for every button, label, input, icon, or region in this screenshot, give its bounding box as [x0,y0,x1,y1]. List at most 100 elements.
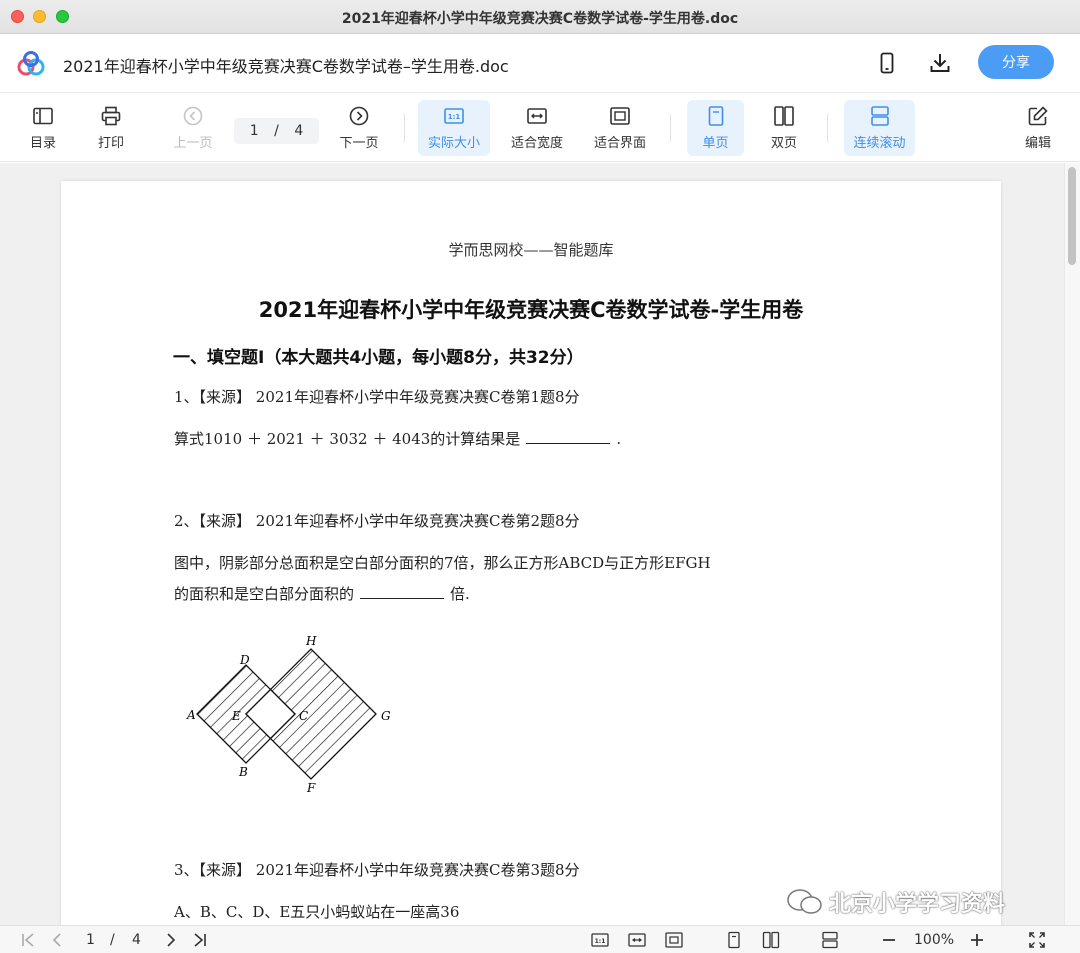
plus-icon [971,934,983,946]
fullscreen-button[interactable] [1028,931,1046,949]
edit-label: 编辑 [1024,136,1051,151]
continuous-scroll-icon [822,931,838,949]
fit-screen-label: 适合界面 [593,136,646,151]
printer-icon [101,106,121,126]
page-indicator[interactable]: 1 / 4 [234,118,319,144]
bottom-status-bar: 1 / 4 1:1 100% [0,925,1080,953]
watermark-text: 北京小学学习资料 [829,892,1006,917]
toolbar-divider [670,114,671,142]
answer-blank [526,430,611,444]
page-header-text: 学而思网校——智能题库 [448,241,614,259]
chevron-right-circle-icon [349,106,369,126]
chevron-right-icon [167,933,176,947]
single-page-icon [728,931,740,949]
prev-page-label: 上一页 [173,136,213,151]
continuous-scroll-button[interactable]: 连续滚动 [844,100,915,156]
watermark: 北京小学学习资料 [785,886,1005,918]
double-page-label: 双页 [770,136,797,151]
app-logo-icon [17,51,45,76]
bottom-continuous-button[interactable] [821,931,839,949]
answer-blank [360,585,445,599]
q2-text-line2: 的面积和是空白部分面积的 倍. [174,583,470,604]
first-page-icon [22,933,34,947]
q2-source: 2、【来源】 2021年迎春杯小学中年级竞赛决赛C卷第2题8分 [174,512,580,530]
fullscreen-icon [1029,932,1045,948]
label-g: G [381,709,391,723]
fit-screen-icon [610,107,630,125]
app-header: 2021年迎春杯小学中年级竞赛决赛C卷数学试卷–学生用卷.doc 分享 [0,35,1080,93]
prev-page-button[interactable]: 上一页 [164,100,222,156]
bottom-actual-size-button[interactable]: 1:1 [591,931,609,949]
svg-text:1:1: 1:1 [595,938,606,945]
single-page-label: 单页 [702,136,729,151]
svg-text:1:1: 1:1 [448,113,461,121]
fit-width-icon [527,108,547,124]
share-button[interactable]: 分享 [978,45,1054,79]
chevron-left-circle-icon [183,106,203,126]
label-e: E [231,709,241,723]
actual-size-label: 实际大小 [427,136,480,151]
section-heading: 一、填空题Ⅰ（本大题共4小题，每小题8分，共32分） [173,348,584,368]
label-b: B [238,765,248,779]
next-page-label: 下一页 [339,136,379,151]
last-page-button[interactable] [190,931,208,949]
double-page-icon [774,106,794,126]
vertical-scrollbar[interactable] [1064,163,1080,925]
q3-text: A、B、C、D、E五只小蚂蚁站在一座高36 [174,903,460,921]
bottom-fit-width-button[interactable] [628,931,646,949]
window-title: 2021年迎春杯小学中年级竞赛决赛C卷数学试卷-学生用卷.doc [341,11,739,27]
actual-size-button[interactable]: 1:1 实际大小 [418,100,490,156]
q2-question: 的面积和是空白部分面积的 [174,585,355,603]
chevron-left-icon [52,933,61,947]
next-page-small-button[interactable] [162,931,180,949]
bottom-fit-screen-button[interactable] [665,931,683,949]
fit-screen-icon [665,932,683,948]
document-title: 2021年迎春杯小学中年级竞赛决赛C卷数学试卷-学生用卷 [258,298,804,322]
label-d: D [239,653,250,667]
toc-label: 目录 [29,136,56,151]
toolbar-divider [404,114,405,142]
toc-icon [33,107,53,125]
label-a: A [186,708,196,722]
toolbar: 目录 打印 上一页 1 / 4 下一页 1:1 实际大小 适合宽度 适合界面 单… [0,94,1080,162]
toc-button[interactable]: 目录 [18,100,68,156]
zoom-in-button[interactable] [968,931,986,949]
download-icon[interactable] [928,51,952,75]
fit-screen-button[interactable]: 适合界面 [586,100,654,156]
q3-source: 3、【来源】 2021年迎春杯小学中年级竞赛决赛C卷第3题8分 [174,861,580,879]
q2-end: 倍. [450,585,470,603]
label-c: C [299,709,308,723]
first-page-button[interactable] [20,931,38,949]
bottom-single-page-button[interactable] [725,931,743,949]
toolbar-divider [827,114,828,142]
title-bar: 2021年迎春杯小学中年级竞赛决赛C卷数学试卷-学生用卷.doc [0,0,1080,34]
double-page-button[interactable]: 双页 [758,100,810,156]
prev-page-small-button[interactable] [48,931,66,949]
bottom-total-pages: 4 [132,932,141,948]
continuous-scroll-icon [870,106,889,126]
zoom-level[interactable]: 100% [914,931,954,949]
bottom-current-page[interactable]: 1 [86,931,95,949]
document-page: 学而思网校——智能题库 2021年迎春杯小学中年级竞赛决赛C卷数学试卷-学生用卷… [61,181,1001,925]
actual-size-icon: 1:1 [444,108,464,124]
scrollbar-thumb[interactable] [1068,167,1076,265]
zoom-out-button[interactable] [880,931,898,949]
double-page-icon [762,931,780,949]
edit-button[interactable]: 编辑 [1012,100,1064,156]
print-button[interactable]: 打印 [86,100,136,156]
single-page-button[interactable]: 单页 [687,100,744,156]
q1-source: 1、【来源】 2021年迎春杯小学中年级竞赛决赛C卷第1题8分 [174,388,580,406]
print-label: 打印 [97,136,124,151]
bottom-double-page-button[interactable] [762,931,780,949]
document-viewer[interactable]: 学而思网校——智能题库 2021年迎春杯小学中年级竞赛决赛C卷数学试卷-学生用卷… [0,163,1080,925]
page-separator: / [274,123,279,139]
continuous-scroll-label: 连续滚动 [853,136,906,151]
last-page-icon [194,933,206,947]
q2-text-line1: 图中，阴影部分总面积是空白部分面积的7倍，那么正方形ABCD与正方形EFGH [174,554,711,572]
fit-width-button[interactable]: 适合宽度 [504,100,570,156]
q1-question: 算式1010 ＋ 2021 ＋ 3032 ＋ 4043的计算结果是 [174,430,521,448]
bottom-page-separator: / [110,932,115,948]
q1-end: . [616,430,622,448]
mobile-view-icon[interactable] [875,51,899,75]
next-page-button[interactable]: 下一页 [330,100,388,156]
